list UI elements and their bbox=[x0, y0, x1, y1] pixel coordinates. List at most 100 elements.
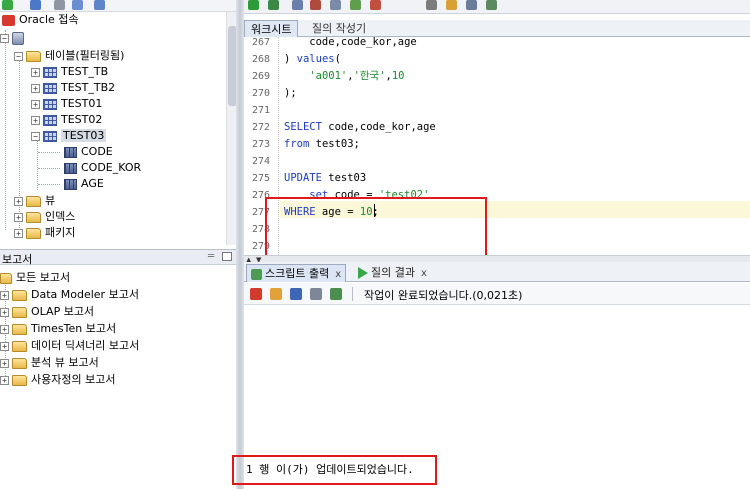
indexes-folder[interactable]: + 인덱스 bbox=[14, 209, 75, 225]
expand-toggle-icon[interactable]: + bbox=[0, 341, 9, 351]
table-label: TEST_TB2 bbox=[61, 81, 116, 94]
tab-query-result-label: 질의 결과 bbox=[371, 266, 415, 279]
connections-tree: Oracle 접속 − − 테이블(필터링됨) + TEST_TB + TEST_TB… bbox=[0, 12, 226, 245]
table-icon bbox=[43, 82, 57, 94]
autotrace-icon[interactable] bbox=[350, 0, 361, 10]
expand-toggle-icon[interactable]: + bbox=[31, 83, 40, 93]
schema-browser-icon[interactable] bbox=[72, 0, 83, 10]
tuning-icon[interactable] bbox=[466, 0, 477, 10]
table-icon bbox=[43, 66, 57, 78]
play-icon bbox=[358, 267, 368, 279]
column-icon bbox=[64, 146, 77, 158]
sql-history-icon[interactable] bbox=[426, 0, 437, 10]
vertical-splitter[interactable] bbox=[236, 0, 244, 489]
report-item[interactable]: + TimesTen 보고서 bbox=[0, 321, 116, 337]
report-item[interactable]: + 분석 뷰 보고서 bbox=[0, 355, 99, 371]
expand-toggle-icon[interactable]: + bbox=[0, 358, 9, 368]
tree-item-table-selected[interactable]: − TEST03 bbox=[31, 128, 107, 144]
format-icon[interactable] bbox=[486, 0, 497, 10]
line-number: 271 bbox=[251, 105, 270, 116]
expand-toggle-icon[interactable]: + bbox=[31, 99, 40, 109]
report-label: 데이터 딕셔너리 보고서 bbox=[31, 339, 140, 352]
save-icon[interactable] bbox=[290, 288, 302, 300]
folder-icon bbox=[12, 340, 27, 352]
line-number: 274 bbox=[251, 156, 270, 167]
maximize-icon[interactable] bbox=[222, 252, 232, 261]
tab-script-output[interactable]: 스크립트 출력 x bbox=[246, 264, 347, 282]
report-item-all[interactable]: 모든 보고서 bbox=[0, 270, 70, 286]
tree-item-table[interactable]: + TEST01 bbox=[31, 96, 102, 112]
connection-node[interactable]: − bbox=[0, 30, 28, 46]
result-highlight-box bbox=[232, 455, 437, 485]
eraser-icon[interactable] bbox=[270, 288, 282, 300]
packages-folder[interactable]: + 패키지 bbox=[14, 225, 75, 241]
collapse-toggle-icon[interactable]: − bbox=[31, 131, 40, 141]
run-script-icon[interactable] bbox=[268, 0, 279, 10]
tree-item-table[interactable]: + TEST_TB bbox=[31, 64, 108, 80]
report-item[interactable]: + 사용자정의 보고서 bbox=[0, 372, 115, 388]
filter-icon[interactable] bbox=[54, 0, 65, 10]
tab-query-result[interactable]: 질의 결과 x bbox=[354, 264, 431, 282]
table-icon bbox=[43, 114, 57, 126]
expand-toggle-icon[interactable]: + bbox=[0, 375, 9, 385]
close-icon[interactable]: x bbox=[421, 268, 427, 279]
horizontal-splitter[interactable]: ▲ ▼ bbox=[244, 255, 750, 264]
report-item[interactable]: + 데이터 딕셔너리 보고서 bbox=[0, 338, 139, 354]
left-panel: Oracle 접속 − − 테이블(필터링됨) + TEST_TB + TEST_TB… bbox=[0, 0, 238, 489]
tree-item-column[interactable]: AGE bbox=[64, 176, 104, 192]
commit-icon[interactable] bbox=[292, 0, 303, 10]
tab-worksheet[interactable]: 워크시트 bbox=[244, 20, 299, 37]
views-folder[interactable]: + 뷰 bbox=[14, 193, 55, 209]
collapse-icon[interactable] bbox=[94, 0, 105, 10]
table-label: TEST_TB bbox=[61, 65, 109, 78]
expand-toggle-icon[interactable]: + bbox=[0, 307, 9, 317]
expand-toggle-icon[interactable]: + bbox=[0, 324, 9, 334]
explain-plan-icon[interactable] bbox=[330, 0, 341, 10]
tree-item-column[interactable]: CODE_KOR bbox=[64, 160, 141, 176]
tree-item-table[interactable]: + TEST_TB2 bbox=[31, 80, 115, 96]
print-icon[interactable] bbox=[310, 288, 322, 300]
expand-toggle-icon[interactable]: + bbox=[31, 67, 40, 77]
report-item[interactable]: + Data Modeler 보고서 bbox=[0, 287, 139, 303]
sql-editor[interactable]: 267 268 269 270 271 272 273 274 275 276 277 278 279 … bbox=[244, 37, 750, 255]
expand-toggle-icon[interactable]: + bbox=[14, 228, 23, 238]
reports-title: 보고서 bbox=[2, 253, 33, 266]
folder-icon bbox=[12, 306, 27, 318]
minimize-icon[interactable]: ═ bbox=[208, 251, 214, 262]
status-message: 작업이 완료되었습니다.(0,021초) bbox=[364, 289, 523, 302]
expand-toggle-icon[interactable]: + bbox=[14, 212, 23, 222]
refresh-icon[interactable] bbox=[30, 0, 41, 10]
expand-toggle-icon[interactable]: + bbox=[14, 196, 23, 206]
report-item[interactable]: + OLAP 보고서 bbox=[0, 304, 94, 320]
editor-tabs: 워크시트 질의 작성기 bbox=[244, 20, 750, 37]
table-label: TEST01 bbox=[61, 97, 103, 110]
add-connection-icon[interactable] bbox=[2, 0, 13, 10]
close-icon[interactable]: x bbox=[335, 269, 341, 280]
report-label: TimesTen 보고서 bbox=[31, 322, 117, 335]
folder-icon bbox=[0, 272, 12, 284]
expand-toggle-icon[interactable]: + bbox=[0, 290, 9, 300]
reports-header: 보고서 ═ bbox=[0, 249, 238, 266]
collapse-toggle-icon[interactable]: − bbox=[0, 33, 9, 43]
report-label: 분석 뷰 보고서 bbox=[31, 356, 99, 369]
rollback-icon[interactable] bbox=[310, 0, 321, 10]
code-line: code,code_kor,age bbox=[284, 37, 417, 48]
connection-oracle[interactable]: Oracle 접속 bbox=[2, 12, 79, 28]
tree-item-column[interactable]: CODE bbox=[64, 144, 113, 160]
report-label: OLAP 보고서 bbox=[31, 305, 95, 318]
table-label: TEST02 bbox=[61, 113, 103, 126]
open-icon[interactable] bbox=[330, 288, 342, 300]
code-line: ); bbox=[284, 87, 297, 99]
tab-query-builder[interactable]: 질의 작성기 bbox=[306, 20, 372, 37]
tables-folder[interactable]: − 테이블(필터링됨) bbox=[14, 48, 124, 64]
reports-tree: 모든 보고서 + Data Modeler 보고서 + OLAP 보고서 + Time… bbox=[0, 266, 238, 489]
expand-toggle-icon[interactable]: + bbox=[31, 115, 40, 125]
collapse-toggle-icon[interactable]: − bbox=[14, 51, 23, 61]
eraser-icon[interactable] bbox=[446, 0, 457, 10]
clear-icon[interactable] bbox=[370, 0, 381, 10]
tab-script-output-label: 스크립트 출력 bbox=[265, 267, 330, 280]
run-statement-icon[interactable] bbox=[248, 0, 259, 10]
packages-folder-label: 패키지 bbox=[45, 226, 76, 239]
pin-icon[interactable] bbox=[250, 288, 262, 300]
tree-item-table[interactable]: + TEST02 bbox=[31, 112, 102, 128]
